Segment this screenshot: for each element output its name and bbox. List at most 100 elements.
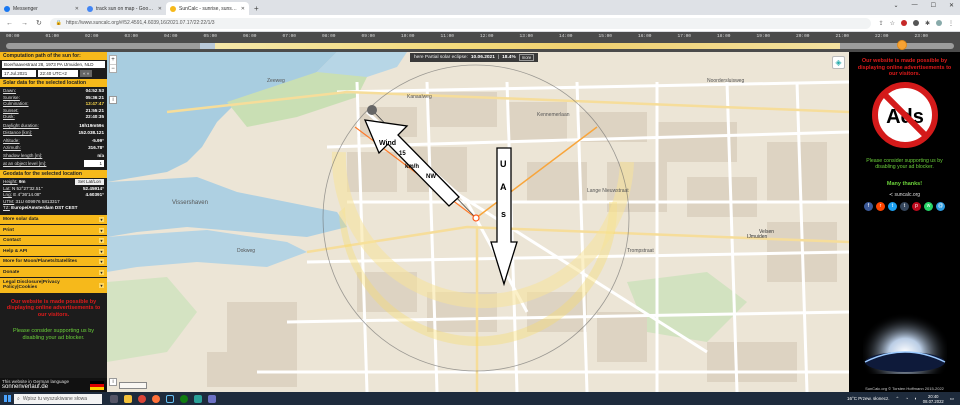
firefox-icon[interactable] (152, 394, 160, 403)
hour-label: 10:00 (401, 34, 415, 39)
chevron-down-icon: ▾ (99, 238, 104, 244)
forward-icon[interactable]: → (21, 20, 28, 27)
solar-label: Sunset: (3, 107, 19, 113)
notification-icon[interactable]: ▭ (950, 396, 954, 402)
object-level-input[interactable]: 1 (84, 159, 104, 167)
address-input[interactable]: Boerhaavestraat 28, 1973 PA IJmuiden, NL… (2, 61, 105, 68)
info-icon[interactable]: i (109, 96, 117, 104)
menu-donate[interactable]: Donate ▾ (0, 266, 107, 277)
chrome-icon[interactable] (138, 394, 146, 403)
search-icon: ⌕ (17, 395, 20, 402)
menu-help-api[interactable]: Help & API ▾ (0, 245, 107, 256)
whatsapp-icon[interactable]: w (924, 201, 933, 211)
avatar[interactable] (936, 20, 942, 26)
tab-suncalc[interactable]: SunCalc - sunrise, sunset, sho ✕ (166, 2, 249, 15)
hour-label: 05:00 (203, 34, 218, 39)
solar-label: Daylight duration: (3, 122, 39, 128)
eclipse-percent: 18.4% (502, 55, 516, 60)
hour-label: 06:00 (243, 34, 257, 39)
tab-google-search[interactable]: track sun on map - Google Sea ✕ (83, 2, 166, 15)
xbox-icon[interactable] (180, 394, 188, 403)
app-icon[interactable] (208, 394, 216, 403)
tz-label: TZ: (3, 205, 10, 211)
layers-icon[interactable]: ◈ (832, 56, 845, 69)
tumblr-icon[interactable]: t (900, 201, 909, 211)
map-canvas[interactable]: Vissershaven IJmuiden Velsen Kanaalweg K… (107, 52, 849, 392)
zoom-in-button[interactable]: + (110, 56, 116, 64)
email-icon[interactable]: @ (936, 201, 945, 211)
legal-text: Legal Disclosure|Privacy Policy|Cookies (3, 280, 60, 291)
info-icon[interactable]: i (109, 378, 117, 386)
tab-label: Messenger (13, 5, 38, 12)
share-icon[interactable]: ⇪ (879, 20, 884, 27)
time-track[interactable] (6, 43, 954, 49)
share-row: ≺ suncalc.org (849, 192, 960, 198)
hour-label: 02:00 (85, 34, 99, 39)
solar-row: Azimuth: 316.78° (0, 145, 107, 152)
chevron-up-icon[interactable]: ⌃ (896, 396, 900, 402)
chevron-down-icon: ▾ (99, 269, 104, 275)
menu-more-for-moon-planets-satellites[interactable]: More for Moon/Planets/Satellites ▾ (0, 255, 107, 267)
time-slider-handle[interactable] (897, 40, 907, 50)
menu-contact[interactable]: Contact ▾ (0, 234, 107, 246)
german-flag-icon[interactable] (90, 381, 104, 390)
taskbar-search[interactable]: ⌕ Wpisz tu wyszukiwane słowa (14, 393, 102, 404)
twitter-icon[interactable]: t (888, 201, 897, 211)
maximize-icon[interactable]: ☐ (931, 2, 936, 9)
facebook-icon[interactable]: f (864, 201, 873, 211)
letter-s: s (501, 209, 506, 219)
legal-links[interactable]: Legal Disclosure|Privacy Policy|Cookies … (0, 276, 107, 293)
zoom-out-button[interactable]: − (110, 64, 116, 72)
reddit-icon[interactable]: r (876, 201, 885, 211)
close-icon[interactable]: ✕ (75, 6, 79, 12)
file-explorer-icon[interactable] (124, 394, 132, 403)
place-label: Kanaalweg (407, 94, 432, 100)
google-icon (87, 5, 93, 12)
shadow-length-row: Shadow length [m]: n/a (0, 153, 107, 160)
set-latlon-button[interactable]: Set Lat/Lon (74, 178, 104, 185)
solar-value: -5.99° (91, 138, 104, 144)
solar-value: 05:36:21 (85, 94, 104, 100)
app-icon[interactable] (194, 394, 202, 403)
weather-text[interactable]: 16°C Przew. słonecz. (847, 396, 890, 401)
clock[interactable]: 20:40 08.07.2022 (923, 394, 944, 404)
menu-icon[interactable]: ⋮ (948, 20, 954, 27)
new-tab-button[interactable]: + (249, 4, 264, 15)
time-input[interactable]: 22:40 UTC+2 (38, 70, 78, 77)
time-nav-button[interactable]: « » (80, 70, 93, 77)
tab-messenger[interactable]: Messenger ✕ (0, 2, 83, 15)
harbor-basin (107, 230, 307, 272)
extension-icon[interactable] (900, 20, 907, 26)
start-button[interactable] (0, 392, 14, 405)
close-icon[interactable]: ✕ (241, 6, 245, 12)
url-input[interactable]: 🔒 https://www.suncalc.org/#/52.4591,4.60… (49, 17, 871, 29)
menu-print[interactable]: Print ▾ (0, 224, 107, 235)
extension-icon[interactable] (912, 20, 919, 26)
network-icon[interactable]: ◔ (905, 396, 908, 401)
volume-icon[interactable]: ◖ (914, 396, 917, 401)
pinterest-icon[interactable]: p (912, 201, 921, 211)
map-view[interactable]: Vissershaven IJmuiden Velsen Kanaalweg K… (107, 52, 849, 392)
date-input[interactable]: 17.Jul.2021 (2, 70, 36, 77)
tab-label: SunCalc - sunrise, sunset, sho (179, 5, 238, 12)
language-footer[interactable]: This website in German language sonnenve… (0, 378, 107, 392)
place-label: Zeeweg (267, 78, 285, 84)
chevron-down-icon: ▾ (99, 248, 104, 254)
task-view-icon[interactable] (110, 394, 118, 403)
close-window-icon[interactable]: ✕ (949, 2, 954, 9)
steam-icon[interactable] (166, 394, 174, 403)
chevron-down-icon[interactable]: ⌄ (894, 2, 899, 9)
menu-more-solar-data[interactable]: More solar data ▾ (0, 213, 107, 225)
time-slider-bar[interactable]: 00:00 01:00 02:00 03:00 04:00 05:00 06:00 07:00… (0, 32, 960, 52)
reload-icon[interactable]: ↻ (36, 19, 42, 27)
eclipse-more-button[interactable]: more (518, 54, 535, 61)
hour-label: 13:00 (519, 34, 534, 39)
puzzle-icon[interactable]: ✱ (925, 20, 930, 27)
minimize-icon[interactable]: — (912, 2, 918, 9)
star-icon[interactable]: ☆ (890, 20, 895, 27)
back-icon[interactable]: ← (6, 20, 13, 27)
chevron-down-icon: ▾ (99, 217, 104, 223)
shadow-length-value: n/a (97, 153, 104, 159)
close-icon[interactable]: ✕ (158, 6, 162, 12)
lon-decimal: 4.60391° (85, 192, 104, 198)
